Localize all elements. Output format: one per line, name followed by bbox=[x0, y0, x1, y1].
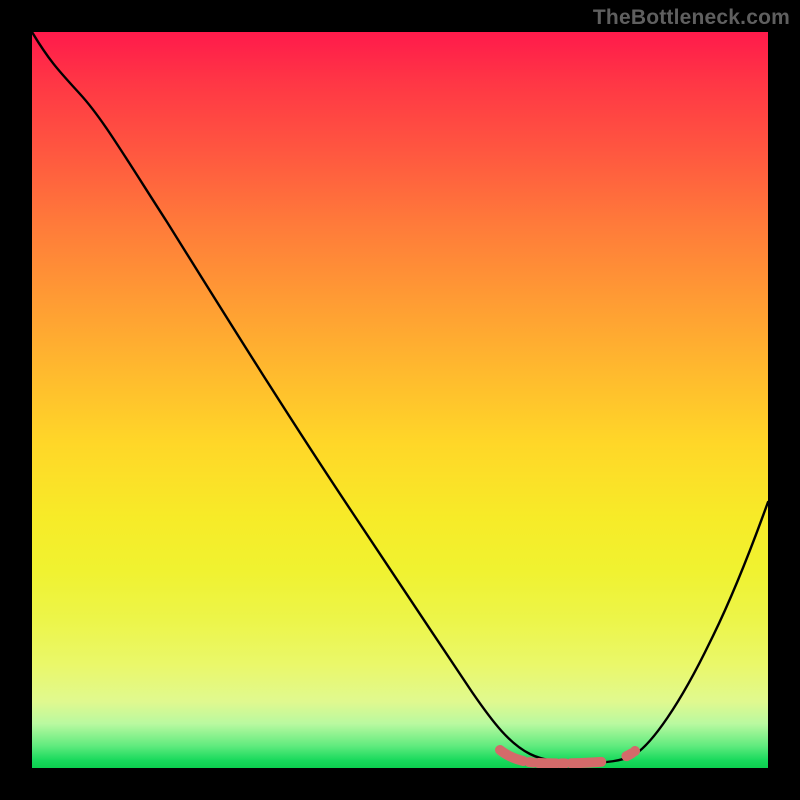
watermark-text: TheBottleneck.com bbox=[593, 6, 790, 30]
optimal-range-marker bbox=[500, 750, 635, 763]
bottleneck-curve-path bbox=[32, 32, 768, 763]
chart-frame: TheBottleneck.com bbox=[0, 0, 800, 800]
bottleneck-curve-svg bbox=[32, 32, 768, 768]
plot-gradient-area bbox=[32, 32, 768, 768]
